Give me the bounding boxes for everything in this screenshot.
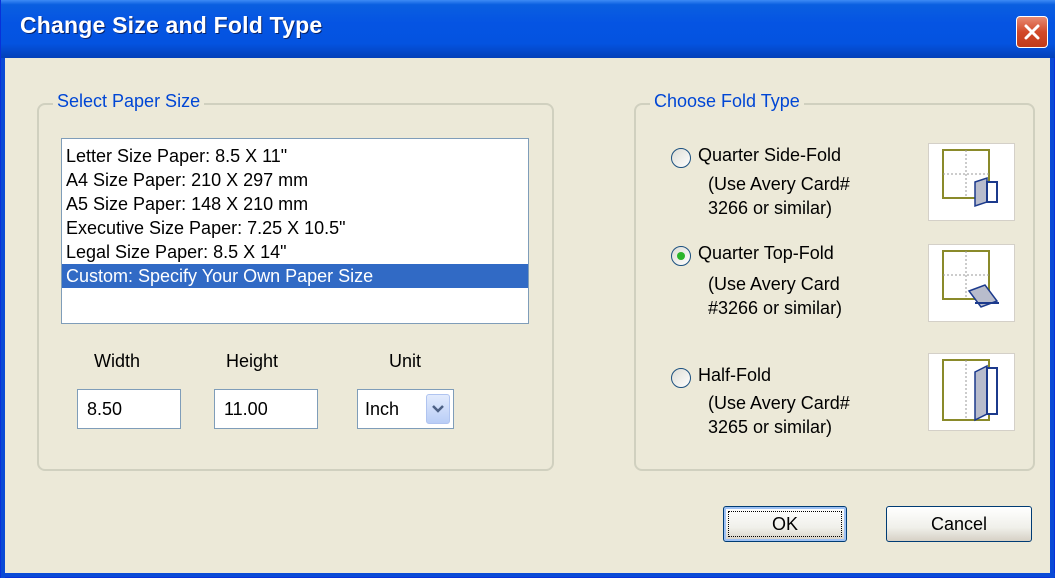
window-border-left [1,58,5,578]
list-item-legal[interactable]: Legal Size Paper: 8.5 X 14" [62,240,528,264]
window-border-bottom [1,573,1055,577]
fold-type-group-label: Choose Fold Type [650,91,804,112]
quarter-top-fold-icon [928,244,1015,322]
unit-select-value: Inch [365,399,400,419]
fold-type-group: Choose Fold Type Quarter Side-Fold (Use … [634,91,1035,471]
width-label: Width [94,351,141,371]
cancel-button-label: Cancel [930,514,988,534]
close-icon [1024,24,1040,40]
half-fold-desc-1: (Use Avery Card# [708,393,850,413]
chevron-down-icon [432,405,444,413]
half-fold-icon [928,353,1015,431]
list-item-letter[interactable]: Letter Size Paper: 8.5 X 11" [62,144,528,168]
list-item-custom[interactable]: Custom: Specify Your Own Paper Size [62,264,528,288]
height-input[interactable]: 11.00 [214,389,318,429]
height-label: Height [226,351,279,371]
unit-select[interactable]: Inch [357,389,454,429]
quarter-side-fold-label[interactable]: Quarter Side-Fold [698,145,841,166]
quarter-top-fold-desc-1: (Use Avery Card [708,274,840,294]
radio-half-fold[interactable] [671,368,691,388]
list-item-executive[interactable]: Executive Size Paper: 7.25 X 10.5" [62,216,528,240]
quarter-side-fold-desc-1: (Use Avery Card# [708,174,850,194]
half-fold-label[interactable]: Half-Fold [698,365,771,386]
ok-button-focus-ring [728,511,842,537]
half-fold-desc-2: 3265 or similar) [708,417,833,437]
list-item-a4[interactable]: A4 Size Paper: 210 X 297 mm [62,168,528,192]
title-bar[interactable]: Change Size and Fold Type [1,0,1055,58]
list-item-a5[interactable]: A5 Size Paper: 148 X 210 mm [62,192,528,216]
window-border-right [1050,58,1054,578]
unit-dropdown-button[interactable] [426,394,450,424]
radio-quarter-side-fold[interactable] [671,148,691,168]
quarter-side-fold-desc-2: 3266 or similar) [708,198,833,218]
radio-quarter-top-fold[interactable] [671,246,691,266]
quarter-side-fold-icon [928,143,1015,221]
radio-selected-dot [677,252,685,260]
paper-size-group-label: Select Paper Size [53,91,205,112]
ok-button[interactable]: OK [723,506,847,542]
width-input[interactable]: 8.50 [77,389,181,429]
quarter-top-fold-desc-2: #3266 or similar) [708,298,843,318]
quarter-top-fold-label[interactable]: Quarter Top-Fold [698,243,834,264]
close-button[interactable] [1016,16,1048,48]
cancel-button[interactable]: Cancel [886,506,1032,542]
paper-size-group: Select Paper Size Letter Size Paper: 8.5… [37,91,554,471]
dialog-title: Change Size and Fold Type [20,12,323,38]
unit-label: Unit [389,351,422,371]
dialog-window: Change Size and Fold Type Select Paper S… [0,0,1055,578]
paper-size-list[interactable]: Letter Size Paper: 8.5 X 11" A4 Size Pap… [61,138,529,324]
